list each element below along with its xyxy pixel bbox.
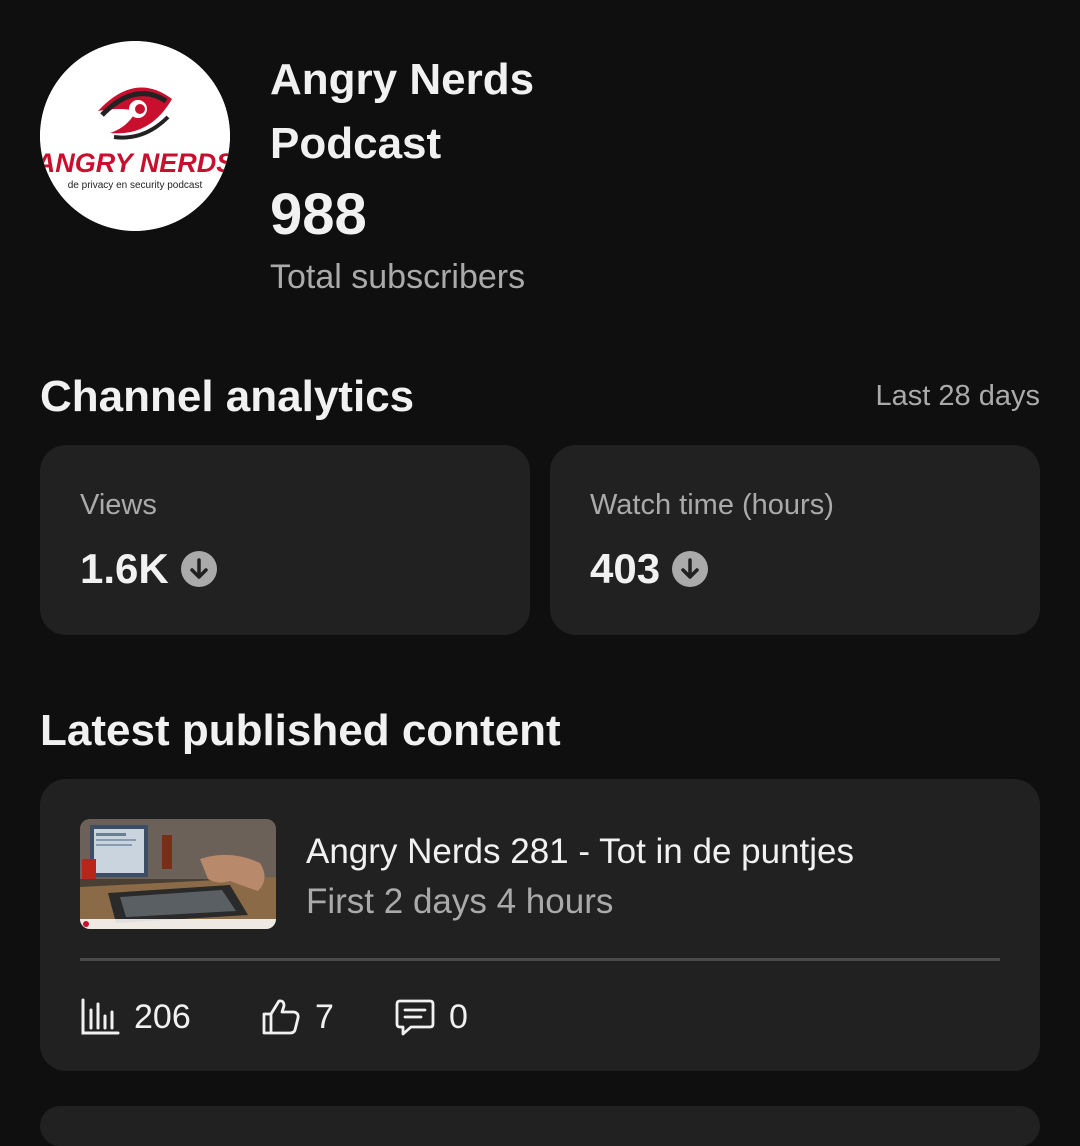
subscriber-count: 988	[270, 182, 367, 247]
video-period: First 2 days 4 hours	[306, 882, 614, 921]
subscriber-label: Total subscribers	[270, 258, 526, 296]
svg-text:ANGRY NERDS: ANGRY NERDS	[40, 148, 230, 178]
comments-count: 0	[449, 998, 468, 1036]
channel-analytics-title: Channel analytics	[40, 372, 415, 421]
period-selector[interactable]: Last 28 days	[876, 378, 1040, 414]
angry-nerds-logo-icon: ANGRY NERDS de privacy en security podca…	[40, 41, 230, 231]
watch-time-value: 403	[590, 545, 661, 592]
views-card[interactable]: Views 1.6K	[40, 445, 530, 635]
comments-stat: 0	[395, 995, 468, 1039]
likes-stat: 7	[261, 995, 334, 1039]
svg-text:de privacy en security podcast: de privacy en security podcast	[68, 180, 203, 191]
watch-time-label: Watch time (hours)	[590, 489, 834, 521]
views-stat: 206	[80, 995, 191, 1039]
next-card[interactable]	[40, 1106, 1040, 1146]
arrow-down-circle-icon	[672, 551, 709, 587]
comment-icon	[395, 999, 435, 1036]
channel-name: Angry Nerds Podcast	[270, 55, 535, 168]
views-value: 1.6K	[80, 545, 169, 592]
video-title[interactable]: Angry Nerds 281 - Tot in de puntjes	[306, 831, 854, 873]
likes-count: 7	[315, 998, 334, 1036]
views-label: Views	[80, 489, 157, 521]
views-value-row: 1.6K	[80, 543, 217, 595]
watch-time-card[interactable]: Watch time (hours) 403	[550, 445, 1040, 635]
latest-content-title: Latest published content	[40, 706, 561, 755]
latest-video-card[interactable]: Angry Nerds 281 - Tot in de puntjes Firs…	[40, 779, 1040, 1071]
bar-chart-icon	[81, 998, 120, 1035]
divider	[80, 958, 1000, 961]
video-thumbnail-image	[80, 819, 276, 929]
views-count: 206	[134, 998, 191, 1036]
watch-time-value-row: 403	[590, 543, 709, 595]
arrow-down-circle-icon	[180, 551, 217, 587]
video-thumbnail[interactable]	[80, 819, 276, 929]
channel-avatar[interactable]: ANGRY NERDS de privacy en security podca…	[40, 41, 230, 231]
thumbs-up-icon	[262, 999, 300, 1035]
